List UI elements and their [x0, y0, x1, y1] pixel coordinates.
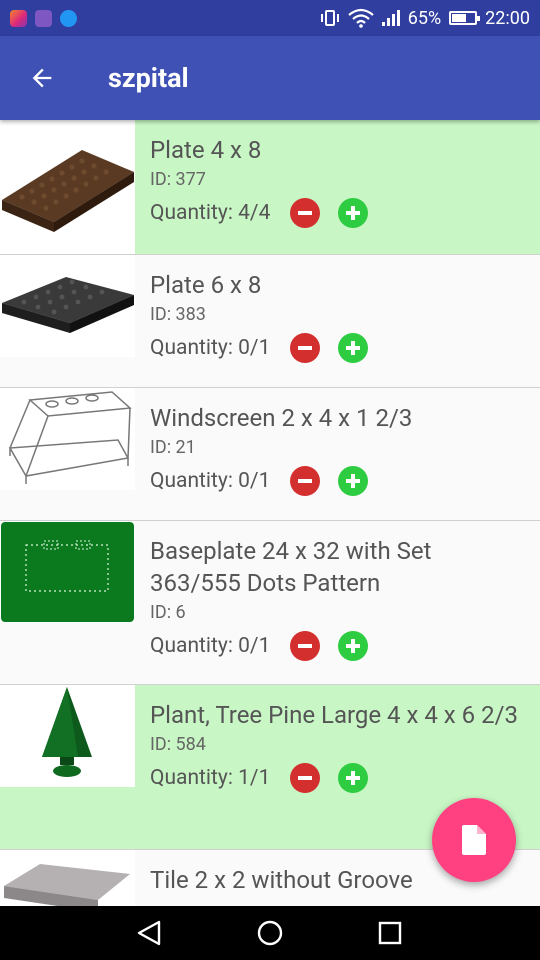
clock: 22:00 — [485, 7, 530, 29]
back-button[interactable] — [0, 36, 84, 120]
messenger-icon — [60, 9, 77, 27]
part-quantity: Quantity: 1/1 — [150, 766, 271, 790]
signal-icon — [381, 10, 400, 26]
decrease-quantity-button[interactable] — [290, 333, 321, 363]
part-quantity: Quantity: 4/4 — [150, 201, 271, 225]
navigation-bar — [0, 906, 540, 960]
instagram-icon — [10, 9, 27, 27]
increase-quantity-button[interactable] — [338, 333, 369, 363]
gallery-icon — [35, 9, 52, 27]
part-name: Plate 4 x 8 — [150, 136, 262, 164]
status-bar: 65% 22:00 — [0, 0, 540, 36]
part-image-baseplate — [0, 521, 135, 623]
part-id: ID: 584 — [150, 734, 206, 755]
part-image-windscreen — [0, 388, 135, 490]
decrease-quantity-button[interactable] — [290, 466, 321, 496]
part-name: Plate 6 x 8 — [150, 271, 262, 299]
home-nav-icon[interactable] — [255, 918, 285, 948]
increase-quantity-button[interactable] — [338, 466, 369, 496]
list-item[interactable]: Baseplate 24 x 32 with Set 363/555 Dots … — [0, 521, 540, 685]
part-id: ID: 6 — [150, 602, 186, 623]
decrease-quantity-button[interactable] — [290, 198, 321, 228]
battery-percent: 65% — [407, 7, 442, 29]
part-image-plate-6x8 — [0, 255, 135, 357]
part-name: Plant, Tree Pine Large 4 x 4 x 6 2/3 — [150, 701, 518, 729]
export-fab-button[interactable] — [432, 798, 516, 882]
notification-icons — [10, 9, 77, 27]
file-icon — [462, 825, 486, 855]
part-id: ID: 377 — [150, 169, 206, 190]
part-quantity: Quantity: 0/1 — [150, 634, 271, 658]
increase-quantity-button[interactable] — [338, 198, 369, 228]
part-name: Windscreen 2 x 4 x 1 2/3 — [150, 404, 413, 432]
vibrate-icon — [320, 10, 339, 26]
part-quantity: Quantity: 0/1 — [150, 469, 271, 493]
parts-list[interactable]: Plate 4 x 8 ID: 377 Quantity: 4/4 Plate … — [0, 120, 540, 906]
list-item[interactable]: Plate 6 x 8 ID: 383 Quantity: 0/1 — [0, 255, 540, 388]
part-image-pine-tree — [0, 685, 135, 787]
part-image-plate-4x8 — [0, 120, 135, 254]
list-item[interactable]: Plate 4 x 8 ID: 377 Quantity: 4/4 — [0, 120, 540, 255]
recents-nav-icon[interactable] — [375, 918, 405, 948]
increase-quantity-button[interactable] — [338, 631, 369, 661]
part-quantity: Quantity: 0/1 — [150, 336, 271, 360]
battery-icon — [449, 11, 481, 25]
page-title: szpital — [108, 62, 189, 94]
app-bar: szpital — [0, 36, 540, 120]
decrease-quantity-button[interactable] — [290, 631, 321, 661]
arrow-back-icon — [32, 68, 52, 88]
back-nav-icon[interactable] — [135, 918, 165, 948]
decrease-quantity-button[interactable] — [290, 763, 321, 793]
list-item[interactable]: Windscreen 2 x 4 x 1 2/3 ID: 21 Quantity… — [0, 388, 540, 521]
part-image-tile — [0, 850, 135, 906]
part-id: ID: 383 — [150, 304, 206, 325]
part-id: ID: 21 — [150, 437, 196, 458]
increase-quantity-button[interactable] — [338, 763, 369, 793]
part-name: Baseplate 24 x 32 with Set 363/555 Dots … — [150, 537, 432, 597]
wifi-icon — [348, 8, 374, 28]
